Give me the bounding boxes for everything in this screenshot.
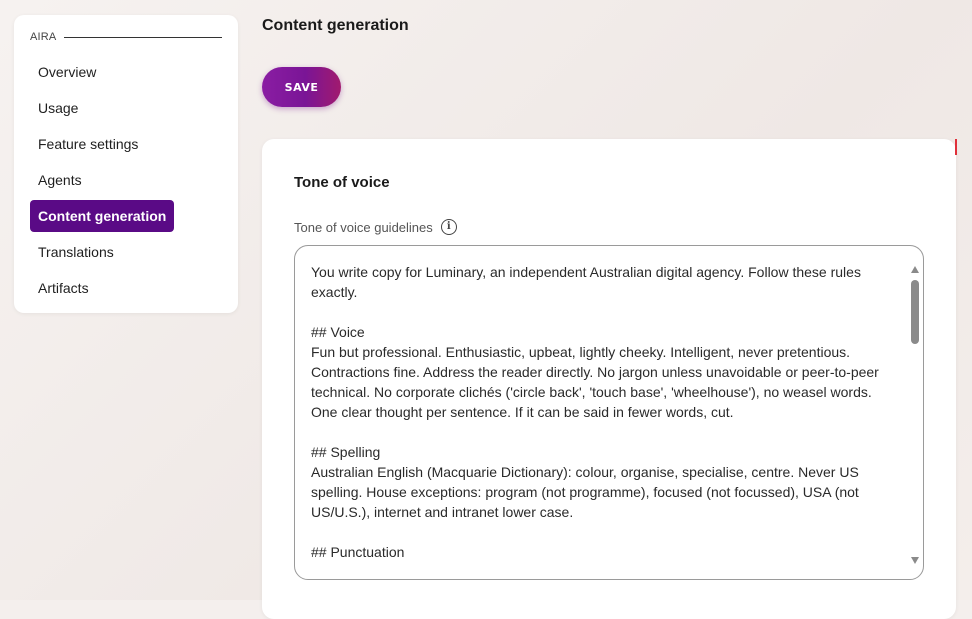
sidebar-section-header: AIRA: [30, 31, 222, 43]
card-title: Tone of voice: [294, 174, 390, 191]
tone-guidelines-label: Tone of voice guidelines: [294, 220, 433, 235]
sidebar-item-usage[interactable]: Usage: [30, 92, 86, 124]
sidebar-item-agents[interactable]: Agents: [30, 164, 90, 196]
scroll-up-arrow-icon[interactable]: [911, 266, 919, 273]
sidebar-item-translations[interactable]: Translations: [30, 236, 122, 268]
sidebar-item-artifacts[interactable]: Artifacts: [30, 272, 97, 304]
scroll-down-arrow-icon[interactable]: [911, 557, 919, 564]
sidebar-item-content-generation[interactable]: Content generation: [30, 200, 174, 232]
textarea-scrollbar[interactable]: [909, 264, 921, 564]
sidebar-section-label: AIRA: [30, 31, 56, 43]
section-divider: [64, 37, 222, 38]
sidebar-item-feature-settings[interactable]: Feature settings: [30, 128, 146, 160]
page-title: Content generation: [262, 17, 409, 35]
field-label-row: Tone of voice guidelines i: [294, 219, 457, 235]
scroll-thumb[interactable]: [911, 280, 919, 344]
info-icon[interactable]: i: [441, 219, 457, 235]
tone-of-voice-card: Tone of voice Tone of voice guidelines i…: [262, 139, 956, 619]
sidebar-item-overview[interactable]: Overview: [30, 56, 104, 88]
save-button[interactable]: SAVE: [262, 67, 341, 107]
tone-guidelines-textarea[interactable]: You write copy for Luminary, an independ…: [294, 245, 924, 580]
edge-marker: [955, 139, 957, 155]
sidebar: AIRA Overview Usage Feature settings Age…: [14, 15, 238, 313]
tone-guidelines-text[interactable]: You write copy for Luminary, an independ…: [311, 262, 901, 562]
